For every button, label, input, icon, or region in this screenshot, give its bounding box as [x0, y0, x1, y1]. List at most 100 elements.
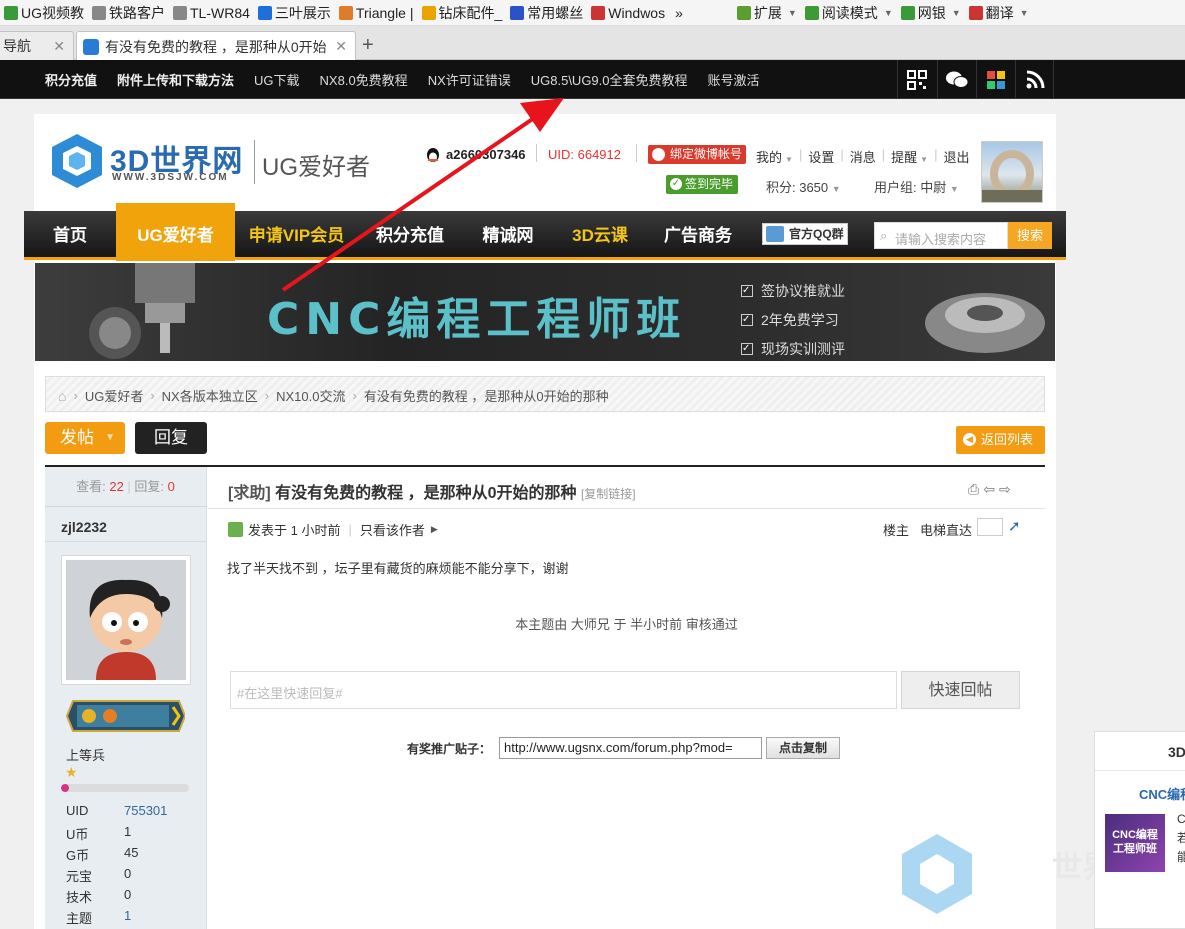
user-menu-item[interactable]: 我的 ▼ — [756, 147, 793, 166]
top-nav-link[interactable]: UG8.5\UG9.0全套免费教程 — [531, 70, 688, 89]
logo-divider — [254, 140, 255, 184]
bind-weibo-button[interactable]: 绑定微博帐号 — [648, 145, 747, 164]
copy-button[interactable]: 点击复制 — [766, 737, 840, 759]
promo-url-field[interactable]: http://www.ugsnx.com/forum.php?mod= — [499, 737, 762, 759]
new-tab-button[interactable]: + — [362, 34, 374, 57]
user-points[interactable]: 积分: 3650 ▼ — [766, 177, 841, 196]
main-nav-item[interactable]: 积分充值 — [358, 211, 462, 260]
close-icon[interactable]: ✕ — [51, 38, 67, 55]
breadcrumb-item[interactable]: NX10.0交流 — [276, 386, 345, 405]
browser-tool-button[interactable]: 扩展 ▼ — [733, 1, 801, 25]
new-post-button[interactable]: 发帖 ▼ — [45, 422, 125, 454]
author-stat-value[interactable]: 1 — [124, 908, 131, 929]
bookmark-item[interactable]: Triangle | — [335, 1, 418, 25]
top-nav-link[interactable]: NX许可证错误 — [428, 70, 511, 89]
thread-tag[interactable]: [求助] — [228, 485, 271, 502]
main-nav-item[interactable]: 首页 — [24, 211, 116, 260]
main-nav-item[interactable]: 3D云课 — [554, 211, 646, 260]
next-thread-icon[interactable]: ⇨ — [999, 481, 1015, 497]
qq-group-button[interactable]: 官方QQ群 — [762, 223, 848, 245]
breadcrumb-item[interactable]: UG爱好者 — [85, 386, 144, 405]
bookmark-item[interactable]: 三叶展示 — [254, 1, 335, 25]
side-panel-thumbnail[interactable]: CNC编程 工程师班 — [1105, 814, 1165, 872]
user-avatar[interactable] — [981, 141, 1043, 203]
author-stat-row: UID 755301 — [66, 803, 196, 824]
bookmark-item[interactable]: 铁路客户 — [88, 1, 169, 25]
top-nav-link[interactable]: NX8.0免费教程 — [320, 70, 408, 89]
author-stat-value[interactable]: 755301 — [124, 803, 167, 824]
author-stat-row: 技术 0 — [66, 887, 196, 908]
print-icon[interactable]: ⎙ — [968, 481, 983, 497]
user-menu-item[interactable]: 提醒 ▼ — [891, 147, 928, 166]
bookmark-item[interactable]: 钻床配件_ — [418, 1, 507, 25]
wechat-icon[interactable] — [937, 60, 976, 99]
bookmarks-more-button[interactable]: » — [671, 1, 687, 25]
top-nav-link[interactable]: UG下载 — [254, 70, 300, 89]
breadcrumb-item[interactable]: NX各版本独立区 — [162, 386, 258, 405]
close-icon[interactable]: ✕ — [333, 38, 349, 55]
author-stat-row: U币 1 — [66, 824, 196, 845]
forum-page: 3D世界网 WWW.3DSJW.COM UG爱好者 a2660307346 UI… — [24, 114, 1142, 929]
jump-icon[interactable]: ➚ — [1008, 517, 1021, 535]
tab-nav[interactable]: 导航 ✕ — [0, 31, 74, 60]
author-stat-key: UID — [66, 803, 89, 818]
home-icon[interactable]: ⌂ — [58, 388, 66, 404]
level-progress-fill — [61, 784, 69, 792]
signed-in-badge[interactable]: ✓ 签到完毕 — [666, 175, 739, 194]
bookmark-item[interactable]: Windwos — [587, 1, 669, 25]
user-menu-item[interactable]: 退出 — [943, 147, 969, 166]
search-button[interactable]: 搜索 — [1008, 222, 1052, 249]
views-label: 查看: — [76, 479, 106, 494]
rss-icon[interactable] — [1015, 60, 1054, 99]
main-nav-item[interactable]: 精诚网 — [462, 211, 554, 260]
site-logo-icon[interactable] — [50, 132, 104, 190]
user-menu-item[interactable]: 消息 — [850, 147, 876, 166]
main-nav-item[interactable]: 广告商务 — [646, 211, 750, 260]
points-label: 积分: 3650 — [766, 180, 829, 195]
username[interactable]: a2660307346 — [446, 147, 526, 162]
only-author-link[interactable]: 只看该作者 — [360, 520, 425, 539]
tool-label: 阅读模式 — [821, 4, 878, 21]
main-nav-item[interactable]: 申请VIP会员 — [235, 211, 358, 260]
floor-label[interactable]: 楼主 — [883, 520, 909, 539]
side-panel-title[interactable]: CNC编程 — [1139, 784, 1185, 803]
tab-label: 有没有免费的教程 ，是那种从0开始 — [105, 38, 327, 55]
top-nav-link[interactable]: 账号激活 — [708, 70, 760, 89]
signed-label: 签到完毕 — [685, 177, 734, 191]
reply-button[interactable]: 回复 — [135, 422, 207, 454]
apps-icon[interactable] — [976, 60, 1015, 99]
floor-input[interactable] — [977, 518, 1003, 536]
bookmark-item[interactable]: UG视频教 — [0, 1, 88, 25]
qrcode-icon[interactable] — [897, 60, 936, 99]
author-stat-key: 技术 — [66, 890, 93, 905]
browser-tool-button[interactable]: 翻译 ▼ — [965, 1, 1033, 25]
search-input[interactable]: ⌕ 请输入搜索内容 — [874, 222, 1008, 249]
quick-reply-input[interactable]: #在这里快速回复# — [230, 671, 897, 709]
bookmark-item[interactable]: 常用螺丝 — [506, 1, 587, 25]
user-menu-label: 提醒 — [891, 150, 918, 165]
tab-active[interactable]: 有没有免费的教程 ，是那种从0开始 ✕ — [76, 31, 356, 61]
user-menu-label: 设置 — [808, 150, 835, 165]
author-stat-row: G币 45 — [66, 845, 196, 866]
banner-title: CNC编程工程师班 — [267, 294, 687, 345]
thread-title-text: 有没有免费的教程 ，是那种从0开始的那种 — [275, 485, 577, 502]
author-avatar[interactable] — [61, 555, 191, 685]
bookmark-item[interactable]: TL-WR84 — [169, 1, 254, 25]
top-nav-link[interactable]: 附件上传和下载方法 — [117, 70, 234, 89]
logo-url: WWW.3DSJW.COM — [112, 172, 229, 183]
cnc-banner[interactable]: CNC编程工程师班 ✓ 签协议推就业 ✓ 2年免费学习 ✓ 现场实训测评 — [35, 263, 1055, 361]
breadcrumb-item[interactable]: 有没有免费的教程 ，是那种从0开始的那种 — [364, 386, 609, 405]
quick-reply-button[interactable]: 快速回帖 — [901, 671, 1020, 709]
prev-thread-icon[interactable]: ⇦ — [983, 481, 999, 497]
user-group[interactable]: 用户组: 中尉 ▼ — [874, 177, 959, 196]
author-name[interactable]: zjl2232 — [61, 519, 107, 535]
main-nav-item[interactable]: UG爱好者 — [116, 203, 235, 261]
top-nav-link[interactable]: 积分充值 — [45, 70, 97, 89]
browser-tool-button[interactable]: 阅读模式 ▼ — [801, 1, 897, 25]
chevron-down-icon: ▼ — [949, 184, 959, 194]
back-to-list-button[interactable]: ◀ 返回列表 — [956, 426, 1045, 454]
post-meta: 发表于 1 小时前 | 只看该作者 ▶ — [228, 520, 438, 539]
browser-tool-button[interactable]: 网银 ▼ — [897, 1, 965, 25]
copy-link[interactable]: [复制链接] — [581, 487, 636, 501]
user-menu-item[interactable]: 设置 — [808, 147, 834, 166]
